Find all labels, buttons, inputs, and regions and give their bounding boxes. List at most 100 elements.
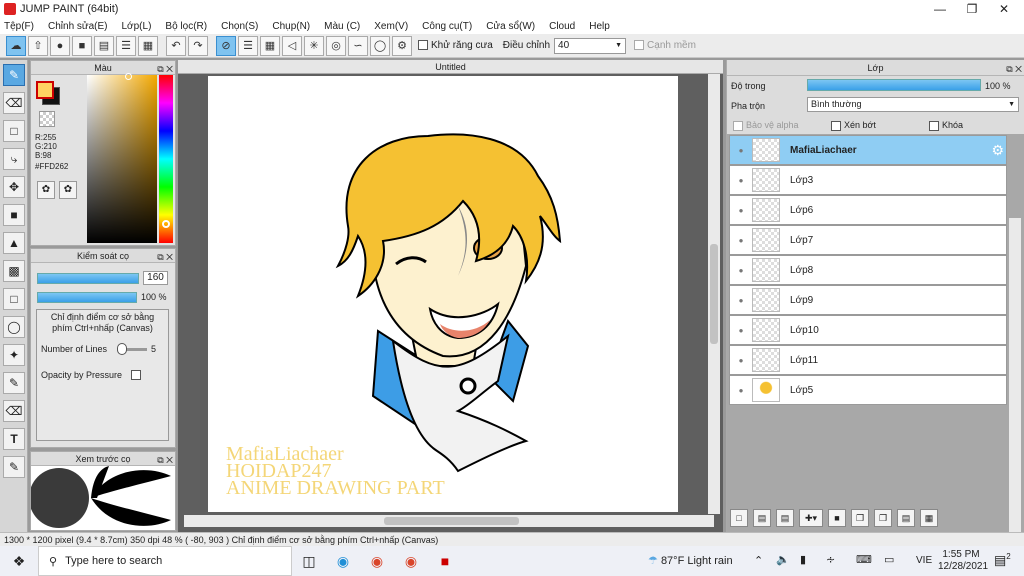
language-indicator[interactable]: VIE [916, 555, 932, 566]
brush-size-slider[interactable] [37, 273, 139, 284]
ruler-off-icon[interactable]: ⊘ [216, 35, 236, 56]
merge-layer-icon[interactable]: ❐ [874, 509, 892, 527]
magic-wand-tool-icon[interactable]: ✦ [3, 344, 25, 366]
visibility-icon[interactable]: ● [730, 146, 752, 155]
protect-alpha-checkbox[interactable] [733, 120, 743, 131]
task-view-icon[interactable]: ◫ [292, 546, 326, 576]
lock-option[interactable]: Khóa [929, 120, 963, 131]
vertical-scroll-thumb[interactable] [710, 244, 718, 344]
select-eraser-tool-icon[interactable]: ⌫ [3, 400, 25, 422]
menu-filter[interactable]: Bộ lọc(R) [165, 21, 207, 32]
new-text-layer-icon[interactable]: ▤ [776, 509, 794, 527]
gradient-tool-icon[interactable]: ▩ [3, 260, 25, 282]
visibility-icon[interactable]: ● [730, 356, 752, 365]
trash-icon[interactable]: ▦ [920, 509, 938, 527]
parallel-ruler-icon[interactable]: ☰ [238, 35, 258, 56]
lock-checkbox[interactable] [929, 120, 939, 131]
edge-browser-icon[interactable]: ◉ [326, 546, 360, 576]
antialias-check-icon[interactable] [418, 40, 428, 51]
menu-color[interactable]: Màu (C) [324, 21, 360, 32]
layer-row[interactable]: ● Lớp8 [729, 255, 1007, 285]
menu-edit[interactable]: Chỉnh sửa(E) [48, 21, 108, 32]
menu-view[interactable]: Xem(V) [374, 21, 408, 32]
layer-row[interactable]: ● Lớp9 [729, 285, 1007, 315]
palette-settings-icon[interactable]: ✿ [59, 181, 77, 199]
clock[interactable]: 1:55 PM 12/28/2021 [938, 549, 988, 573]
settings-icon[interactable]: ⚙ [392, 35, 412, 56]
eyedropper-tool-icon[interactable]: ✎ [3, 456, 25, 478]
restore-button[interactable]: ❐ [956, 0, 988, 18]
layer-row[interactable]: ● Lớp6 [729, 195, 1007, 225]
close-button[interactable]: ✕ [988, 0, 1020, 18]
menu-help[interactable]: Help [589, 21, 610, 32]
menu-capture[interactable]: Chụp(N) [272, 21, 310, 32]
menu-layer[interactable]: Lớp(L) [122, 21, 152, 32]
menu-cloud[interactable]: Cloud [549, 21, 575, 32]
clear-layer-icon[interactable]: ▤ [897, 509, 915, 527]
display-icon[interactable]: ▭ [884, 553, 894, 566]
perspective-icon[interactable]: ◁ [282, 35, 302, 56]
select-rect-tool-icon[interactable]: □ [3, 120, 25, 142]
horizontal-scroll-thumb[interactable] [384, 517, 519, 525]
visibility-icon[interactable]: ● [730, 266, 752, 275]
bucket-tool-icon[interactable]: ▲ [3, 232, 25, 254]
transparent-color-swatch[interactable] [39, 111, 55, 127]
clip-option[interactable]: Xén bớt [831, 120, 876, 131]
new-raster-layer-icon[interactable]: ▤ [753, 509, 771, 527]
marquee-tool-icon[interactable]: □ [3, 288, 25, 310]
grid-settings-icon[interactable]: ▦ [138, 35, 158, 56]
hue-slider-handle[interactable] [162, 220, 170, 228]
brush-size-value[interactable]: 160 [143, 271, 168, 285]
lasso-tool-icon[interactable]: ⤷ [3, 148, 25, 170]
panel-close-icon[interactable]: ⧉ ✕ [157, 62, 173, 76]
pen-tool-icon[interactable]: ✎ [3, 64, 25, 86]
foreground-color-swatch[interactable] [36, 81, 54, 99]
lasso-select-tool-icon[interactable]: ◯ [3, 316, 25, 338]
brush-opacity-slider[interactable] [37, 292, 137, 303]
color-picker-cursor[interactable] [125, 73, 132, 80]
comment-icon[interactable]: ● [50, 35, 70, 56]
notification-icon[interactable]: ▤2 [994, 552, 1011, 568]
layer-row[interactable]: ● Lớp7 [729, 225, 1007, 255]
menu-select[interactable]: Chọn(S) [221, 21, 258, 32]
undo-icon[interactable]: ↶ [166, 35, 186, 56]
document-icon[interactable]: ▤ [94, 35, 114, 56]
redo-icon[interactable]: ↷ [188, 35, 208, 56]
network-icon[interactable]: ∻ [826, 553, 835, 566]
visibility-icon[interactable]: ● [730, 206, 752, 215]
windows-start-icon[interactable]: ❖ [2, 546, 36, 576]
radial-icon[interactable]: ✳ [304, 35, 324, 56]
panel-close-icon[interactable]: ⧉ ✕ [1006, 61, 1022, 77]
battery-icon[interactable]: ▮ [800, 553, 806, 566]
visibility-icon[interactable]: ● [730, 326, 752, 335]
menu-window[interactable]: Cửa sổ(W) [486, 21, 535, 32]
blend-mode-select[interactable]: Bình thường ▼ [807, 97, 1019, 112]
list-icon[interactable]: ☰ [116, 35, 136, 56]
fill-rect-tool-icon[interactable]: ■ [3, 204, 25, 226]
soft-edge-checkbox[interactable]: Cạnh mềm [634, 40, 696, 51]
visibility-icon[interactable]: ● [730, 176, 752, 185]
panel-close-icon[interactable]: ⧉ ✕ [157, 250, 173, 264]
keyboard-icon[interactable]: ⌨ [856, 553, 872, 566]
add-layer-menu-icon[interactable]: ✚▾ [799, 509, 823, 527]
drawing-canvas[interactable]: MafiaLiachaer HOIDAP247 ANIME DRAWING PA… [208, 76, 678, 512]
document-tab[interactable]: Untitled [178, 60, 723, 74]
export-icon[interactable]: ⇧ [28, 35, 48, 56]
panel-close-icon[interactable]: ⧉ ✕ [157, 453, 173, 467]
layer-row[interactable]: ● Lớp5 [729, 375, 1007, 405]
layer-opacity-slider[interactable] [807, 79, 981, 91]
minimize-button[interactable]: — [924, 0, 956, 18]
eraser-tool-icon[interactable]: ⌫ [3, 92, 25, 114]
concentric-icon[interactable]: ◎ [326, 35, 346, 56]
menu-tools[interactable]: Công cụ(T) [422, 21, 472, 32]
curve-icon[interactable]: ∽ [348, 35, 368, 56]
clip-checkbox[interactable] [831, 120, 841, 131]
weather-widget[interactable]: ☂ 87°F Light rain [648, 554, 733, 567]
layer-row[interactable]: ● Lớp3 [729, 165, 1007, 195]
gear-icon[interactable]: ⚙ [991, 142, 1004, 159]
opacity-by-pressure-checkbox[interactable] [131, 370, 141, 381]
number-of-lines-handle[interactable] [117, 343, 127, 355]
visibility-icon[interactable]: ● [730, 236, 752, 245]
ellipse-icon[interactable]: ◯ [370, 35, 390, 56]
chrome-profile-icon[interactable]: ◉ [394, 546, 428, 576]
